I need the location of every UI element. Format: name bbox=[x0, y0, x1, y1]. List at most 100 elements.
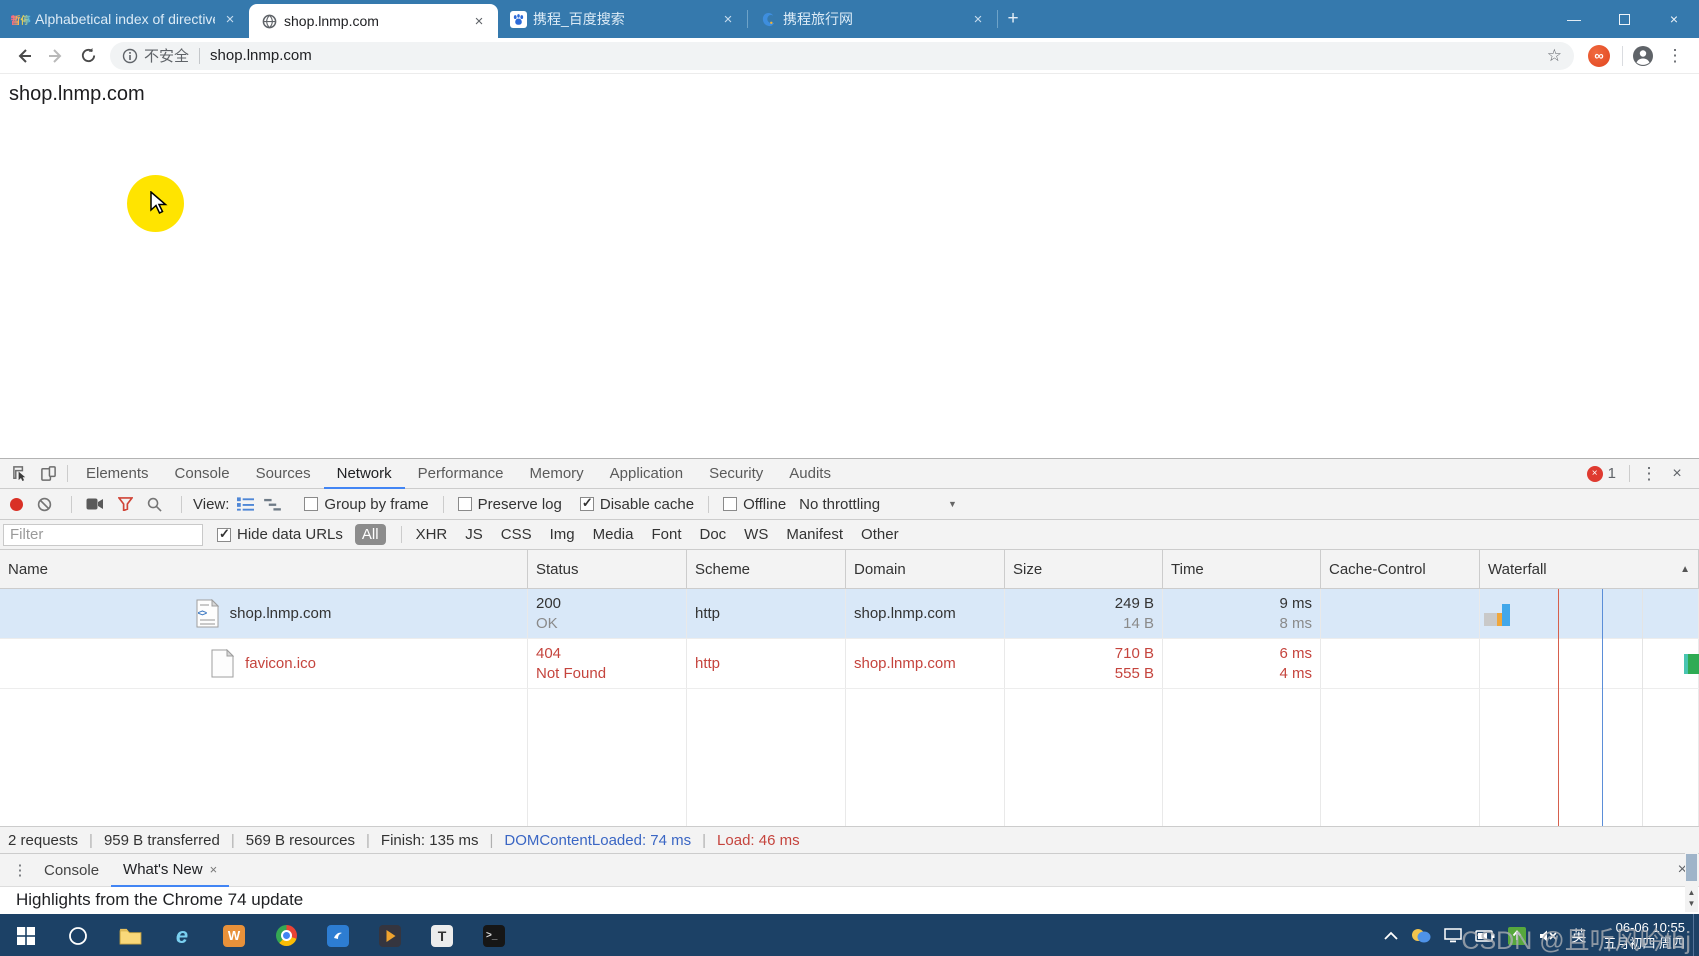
group-by-frame-checkbox[interactable]: Group by frame bbox=[304, 496, 428, 513]
tab-close-icon[interactable]: × bbox=[969, 11, 987, 28]
show-desktop-button[interactable] bbox=[1693, 914, 1699, 956]
column-header-cache-control[interactable]: Cache-Control bbox=[1321, 550, 1480, 588]
offline-checkbox[interactable]: Offline bbox=[723, 496, 786, 513]
filter-type-js[interactable]: JS bbox=[465, 526, 483, 543]
hide-data-urls-checkbox[interactable]: Hide data URLs bbox=[217, 526, 343, 543]
scrollbar-thumb[interactable] bbox=[1686, 854, 1697, 881]
cortana-search-button[interactable] bbox=[52, 914, 104, 956]
url-text[interactable]: shop.lnmp.com bbox=[210, 47, 1547, 64]
extension-icon[interactable]: ∞ bbox=[1588, 45, 1610, 67]
filter-type-other[interactable]: Other bbox=[861, 526, 899, 543]
filter-type-css[interactable]: CSS bbox=[501, 526, 532, 543]
reload-button[interactable] bbox=[72, 41, 104, 71]
column-header-scheme[interactable]: Scheme bbox=[687, 550, 846, 588]
clear-button[interactable] bbox=[37, 497, 52, 512]
tab-shop-lnmp[interactable]: shop.lnmp.com × bbox=[249, 4, 498, 38]
close-window-button[interactable]: × bbox=[1649, 0, 1699, 38]
tab-performance[interactable]: Performance bbox=[405, 459, 517, 489]
record-button[interactable] bbox=[10, 498, 23, 511]
tab-elements[interactable]: Elements bbox=[73, 459, 162, 489]
cloud-sync-icon[interactable] bbox=[1411, 928, 1431, 943]
filter-type-ws[interactable]: WS bbox=[744, 526, 768, 543]
tab-memory[interactable]: Memory bbox=[517, 459, 597, 489]
maximize-button[interactable] bbox=[1599, 0, 1649, 38]
media-player-button[interactable] bbox=[364, 914, 416, 956]
tab-baidu-search[interactable]: 携程_百度搜索 × bbox=[498, 0, 747, 38]
filter-type-font[interactable]: Font bbox=[651, 526, 681, 543]
drawer-scrollbar[interactable]: ▲ ▼ bbox=[1685, 852, 1698, 912]
chrome-menu-button[interactable]: ⋮ bbox=[1659, 41, 1691, 71]
profile-button[interactable] bbox=[1627, 41, 1659, 71]
preserve-log-checkbox[interactable]: Preserve log bbox=[458, 496, 562, 513]
screenshot-capture-button[interactable] bbox=[86, 497, 104, 511]
disable-cache-checkbox[interactable]: Disable cache bbox=[580, 496, 694, 513]
globe-icon bbox=[261, 13, 278, 30]
filter-type-manifest[interactable]: Manifest bbox=[786, 526, 843, 543]
tab-close-icon[interactable]: × bbox=[470, 13, 488, 30]
tab-alphabetical-index[interactable]: 暂停 Alphabetical index of directive × bbox=[0, 0, 249, 38]
tab-sources[interactable]: Sources bbox=[243, 459, 324, 489]
forward-button[interactable] bbox=[40, 41, 72, 71]
tab-security[interactable]: Security bbox=[696, 459, 776, 489]
drawer-menu-button[interactable]: ⋮ bbox=[8, 861, 32, 879]
back-button[interactable] bbox=[8, 41, 40, 71]
drawer-tab-close-icon[interactable]: × bbox=[210, 862, 218, 877]
tab-close-icon[interactable]: × bbox=[221, 11, 239, 28]
chrome-button[interactable] bbox=[260, 914, 312, 956]
scrollbar-up-icon[interactable]: ▲ bbox=[1685, 888, 1698, 897]
camera-icon bbox=[86, 497, 104, 511]
throttling-select[interactable]: No throttling ▼ bbox=[799, 496, 957, 513]
scrollbar-down-icon[interactable]: ▼ bbox=[1685, 899, 1698, 908]
tab-title: 携程旅行网 bbox=[783, 9, 963, 29]
new-tab-button[interactable]: + bbox=[998, 0, 1028, 38]
filter-type-xhr[interactable]: XHR bbox=[416, 526, 448, 543]
request-row-shop-lnmp[interactable]: <> shop.lnmp.com 200 OK http shop.lnmp.c… bbox=[0, 589, 1699, 639]
column-header-waterfall[interactable]: Waterfall ▲ bbox=[1480, 550, 1699, 588]
inspect-element-button[interactable] bbox=[6, 461, 34, 487]
pause-characters-icon: 暂停 bbox=[12, 11, 29, 28]
large-rows-toggle[interactable] bbox=[237, 497, 254, 511]
terminal-button[interactable]: >_ bbox=[468, 914, 520, 956]
drawer-tab-console[interactable]: Console bbox=[32, 854, 111, 887]
devtools-menu-button[interactable]: ⋮ bbox=[1635, 461, 1663, 487]
file-explorer-button[interactable] bbox=[104, 914, 156, 956]
filter-toggle-button[interactable] bbox=[118, 497, 133, 511]
minimize-button[interactable]: — bbox=[1549, 0, 1599, 38]
overview-toggle[interactable] bbox=[264, 498, 281, 511]
security-label[interactable]: 不安全 bbox=[144, 45, 189, 66]
tab-application[interactable]: Application bbox=[597, 459, 696, 489]
tab-ctrip[interactable]: 携程旅行网 × bbox=[748, 0, 997, 38]
column-header-time[interactable]: Time bbox=[1163, 550, 1321, 588]
typora-button[interactable]: T bbox=[416, 914, 468, 956]
transferred-size: 959 B transferred bbox=[78, 832, 220, 849]
drawer-tab-whats-new[interactable]: What's New × bbox=[111, 854, 229, 887]
filter-input[interactable] bbox=[3, 524, 203, 546]
device-toolbar-button[interactable] bbox=[34, 461, 62, 487]
ie-button[interactable]: e bbox=[156, 914, 208, 956]
tray-expand-chevron-icon[interactable] bbox=[1384, 931, 1398, 940]
column-header-domain[interactable]: Domain bbox=[846, 550, 1005, 588]
error-badge-icon[interactable]: × bbox=[1587, 466, 1603, 482]
tab-network[interactable]: Network bbox=[324, 459, 405, 489]
blue-app-button[interactable] bbox=[312, 914, 364, 956]
devtools-close-button[interactable]: × bbox=[1663, 461, 1691, 487]
column-header-status[interactable]: Status bbox=[528, 550, 687, 588]
bookmark-star-icon[interactable]: ☆ bbox=[1547, 46, 1562, 66]
column-header-name[interactable]: Name bbox=[0, 550, 528, 588]
search-button[interactable] bbox=[147, 497, 162, 512]
column-header-size[interactable]: Size bbox=[1005, 550, 1163, 588]
filter-type-img[interactable]: Img bbox=[550, 526, 575, 543]
filter-type-doc[interactable]: Doc bbox=[699, 526, 726, 543]
tab-audits[interactable]: Audits bbox=[776, 459, 844, 489]
omnibox[interactable]: 不安全 shop.lnmp.com ☆ bbox=[110, 42, 1574, 70]
filter-type-media[interactable]: Media bbox=[593, 526, 634, 543]
tab-console[interactable]: Console bbox=[162, 459, 243, 489]
error-count[interactable]: 1 bbox=[1608, 465, 1616, 482]
tab-close-icon[interactable]: × bbox=[719, 11, 737, 28]
network-display-icon[interactable] bbox=[1444, 928, 1462, 943]
start-button[interactable] bbox=[0, 914, 52, 956]
filter-type-all[interactable]: All bbox=[355, 524, 386, 545]
scheme: http bbox=[695, 655, 837, 672]
request-row-favicon[interactable]: favicon.ico 404 Not Found http shop.lnmp… bbox=[0, 639, 1699, 689]
office-app-button[interactable]: W bbox=[208, 914, 260, 956]
